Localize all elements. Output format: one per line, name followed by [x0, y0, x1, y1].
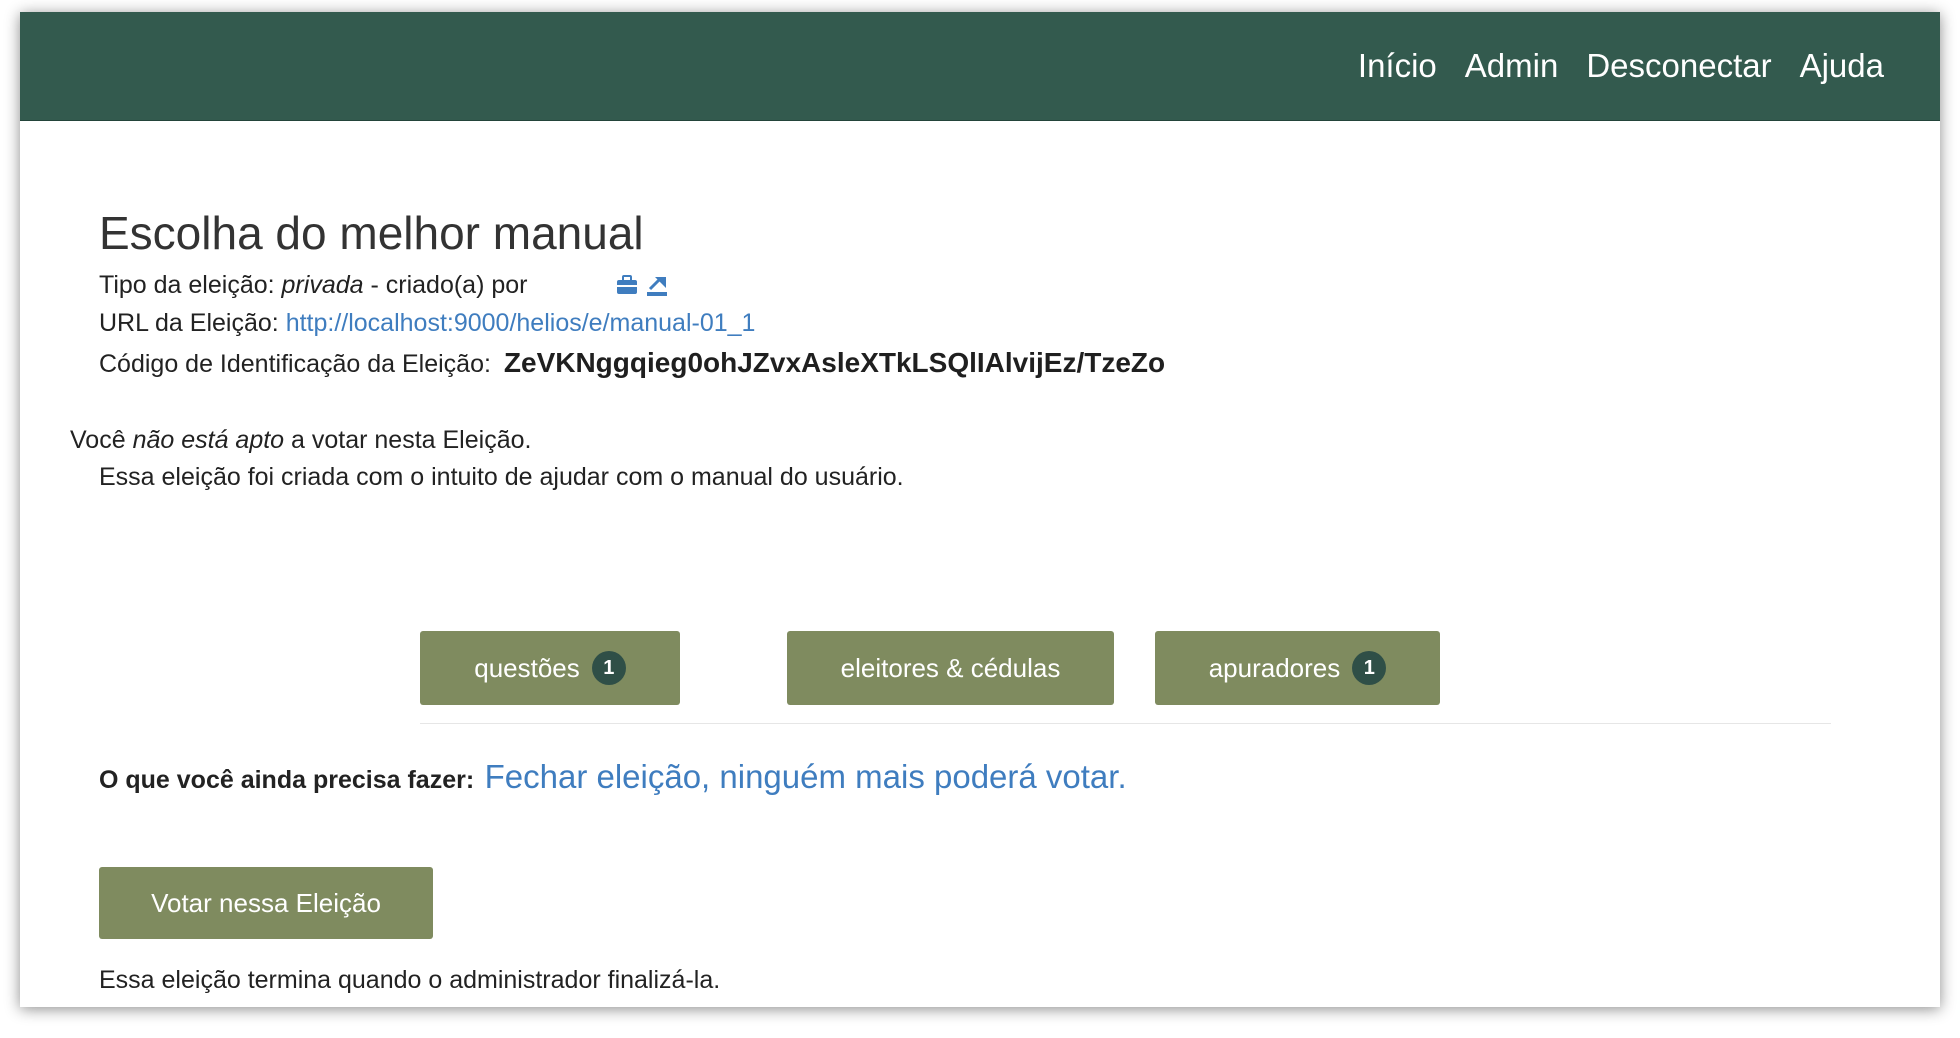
- tab-apuradores-button[interactable]: apuradores 1: [1155, 631, 1440, 705]
- page-title: Escolha do melhor manual: [99, 207, 644, 259]
- todo-label: O que você ainda precisa fazer:: [99, 766, 475, 794]
- notice-after-text: a votar nesta Eleição.: [291, 426, 532, 454]
- notice-before-text: Você: [70, 426, 126, 454]
- created-by-text: - criado(a) por: [370, 271, 528, 299]
- main-content: Escolha do melhor manual Tipo da eleição…: [20, 120, 1940, 1007]
- creator-icons: [616, 275, 668, 297]
- tab-eleitores-button[interactable]: eleitores & cédulas: [787, 631, 1114, 705]
- nav-inicio-link[interactable]: Início: [1358, 47, 1437, 85]
- election-url-label: URL da Eleição:: [99, 309, 279, 337]
- nav-menu: Início Admin Desconectar Ajuda: [1358, 12, 1884, 120]
- election-url-link[interactable]: http://localhost:9000/helios/e/manual-01…: [286, 309, 756, 337]
- vote-button[interactable]: Votar nessa Eleição: [99, 867, 433, 939]
- election-id-code: ZeVKNggqieg0ohJZvxAsleXTkLSQlIAlvijEz/Tz…: [503, 347, 1166, 378]
- election-type-label: Tipo da eleição:: [99, 271, 275, 299]
- apuradores-count-badge: 1: [1352, 651, 1387, 685]
- tab-questoes-label: questões: [474, 652, 580, 683]
- todo-line: O que você ainda precisa fazer: Fechar e…: [99, 758, 1127, 796]
- close-election-link[interactable]: Fechar eleição, ninguém mais poderá vota…: [485, 758, 1127, 795]
- tab-apuradores-label: apuradores: [1208, 652, 1341, 683]
- nav-desconectar-link[interactable]: Desconectar: [1586, 47, 1771, 85]
- questoes-count-badge: 1: [591, 651, 626, 685]
- election-type-line: Tipo da eleição: privada - criado(a) por: [99, 270, 668, 300]
- election-type-value: privada: [281, 271, 364, 299]
- briefcase-icon[interactable]: [616, 275, 638, 297]
- tab-questoes-button[interactable]: questões 1: [420, 631, 680, 705]
- tab-eleitores-label: eleitores & cédulas: [840, 652, 1061, 683]
- section-divider: [420, 723, 1831, 724]
- election-description: Essa eleição foi criada com o intuito de…: [99, 463, 904, 491]
- top-navbar: Início Admin Desconectar Ajuda: [20, 12, 1940, 121]
- election-id-label: Código de Identificação da Eleição:: [99, 350, 491, 378]
- notice-emphasis-text: não está apto: [132, 426, 285, 454]
- nav-admin-link[interactable]: Admin: [1465, 47, 1559, 85]
- election-end-text: Essa eleição termina quando o administra…: [99, 966, 721, 994]
- election-url-line: URL da Eleição: http://localhost:9000/he…: [99, 308, 755, 338]
- election-id-line: Código de Identificação da Eleição: ZeVK…: [99, 348, 1165, 379]
- browser-window: Início Admin Desconectar Ajuda Escolha d…: [20, 12, 1940, 1007]
- export-icon[interactable]: [646, 275, 668, 297]
- nav-ajuda-link[interactable]: Ajuda: [1800, 47, 1884, 85]
- eligibility-notice: Você não está apto a votar nesta Eleição…: [70, 425, 531, 455]
